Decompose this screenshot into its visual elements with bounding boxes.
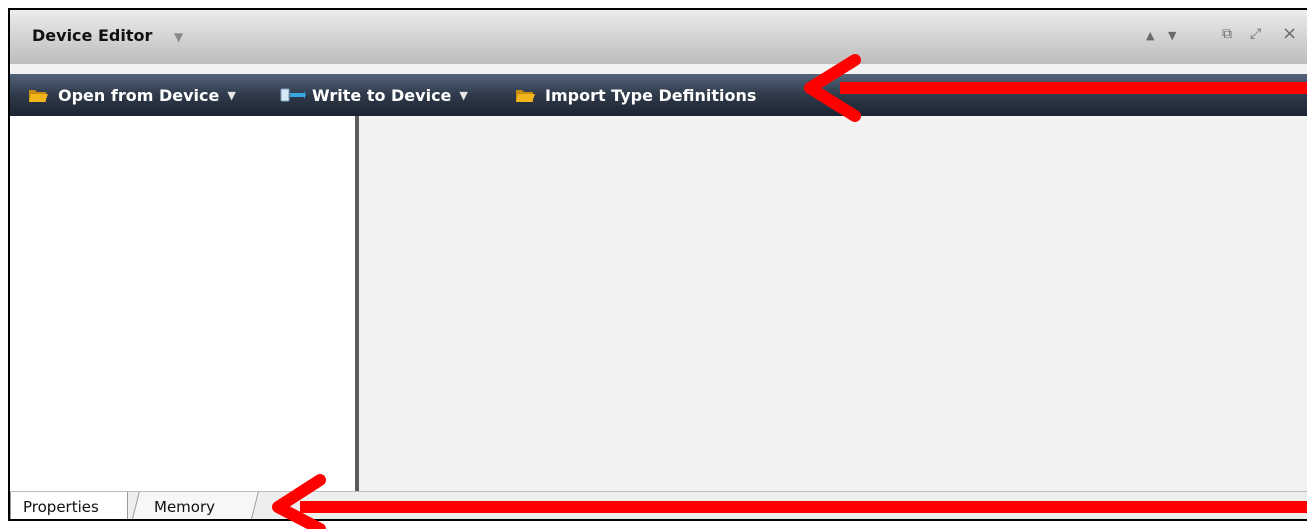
toolbar-annotation-arrow [804,54,1307,122]
tabs-annotation-arrow [272,474,1307,529]
annotation-arrows [272,54,1307,529]
